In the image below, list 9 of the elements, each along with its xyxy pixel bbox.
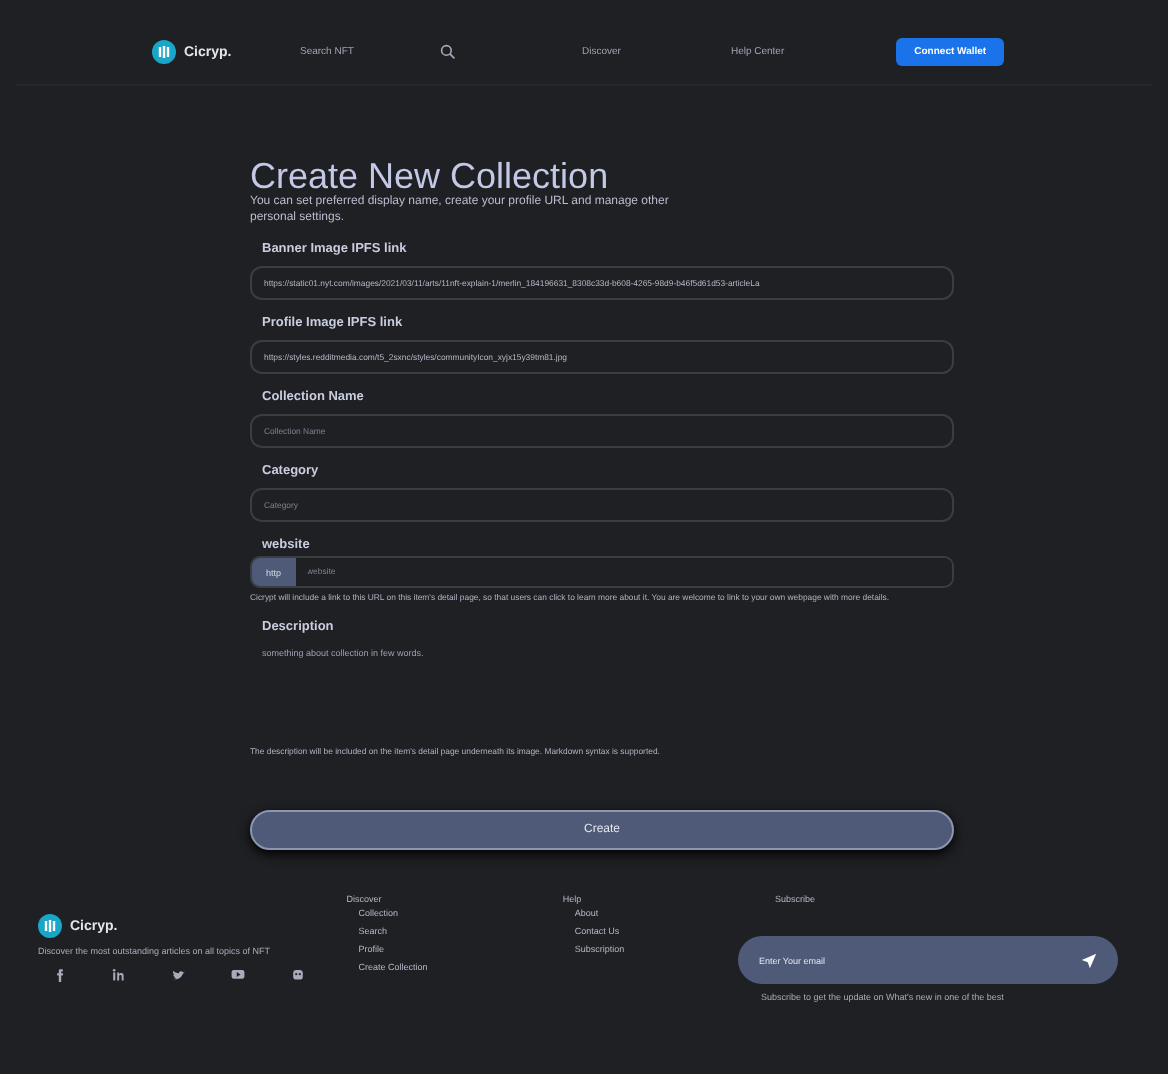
logo-icon xyxy=(152,40,176,64)
send-icon[interactable] xyxy=(1080,951,1099,969)
bird-icon[interactable] xyxy=(170,966,186,982)
play-button-icon[interactable] xyxy=(230,966,246,982)
page-title: Create New Collection xyxy=(250,158,611,194)
letters-in-icon[interactable] xyxy=(110,966,126,982)
search-icon[interactable] xyxy=(440,44,456,60)
robot-icon[interactable] xyxy=(290,966,306,982)
logo-icon xyxy=(38,914,62,938)
